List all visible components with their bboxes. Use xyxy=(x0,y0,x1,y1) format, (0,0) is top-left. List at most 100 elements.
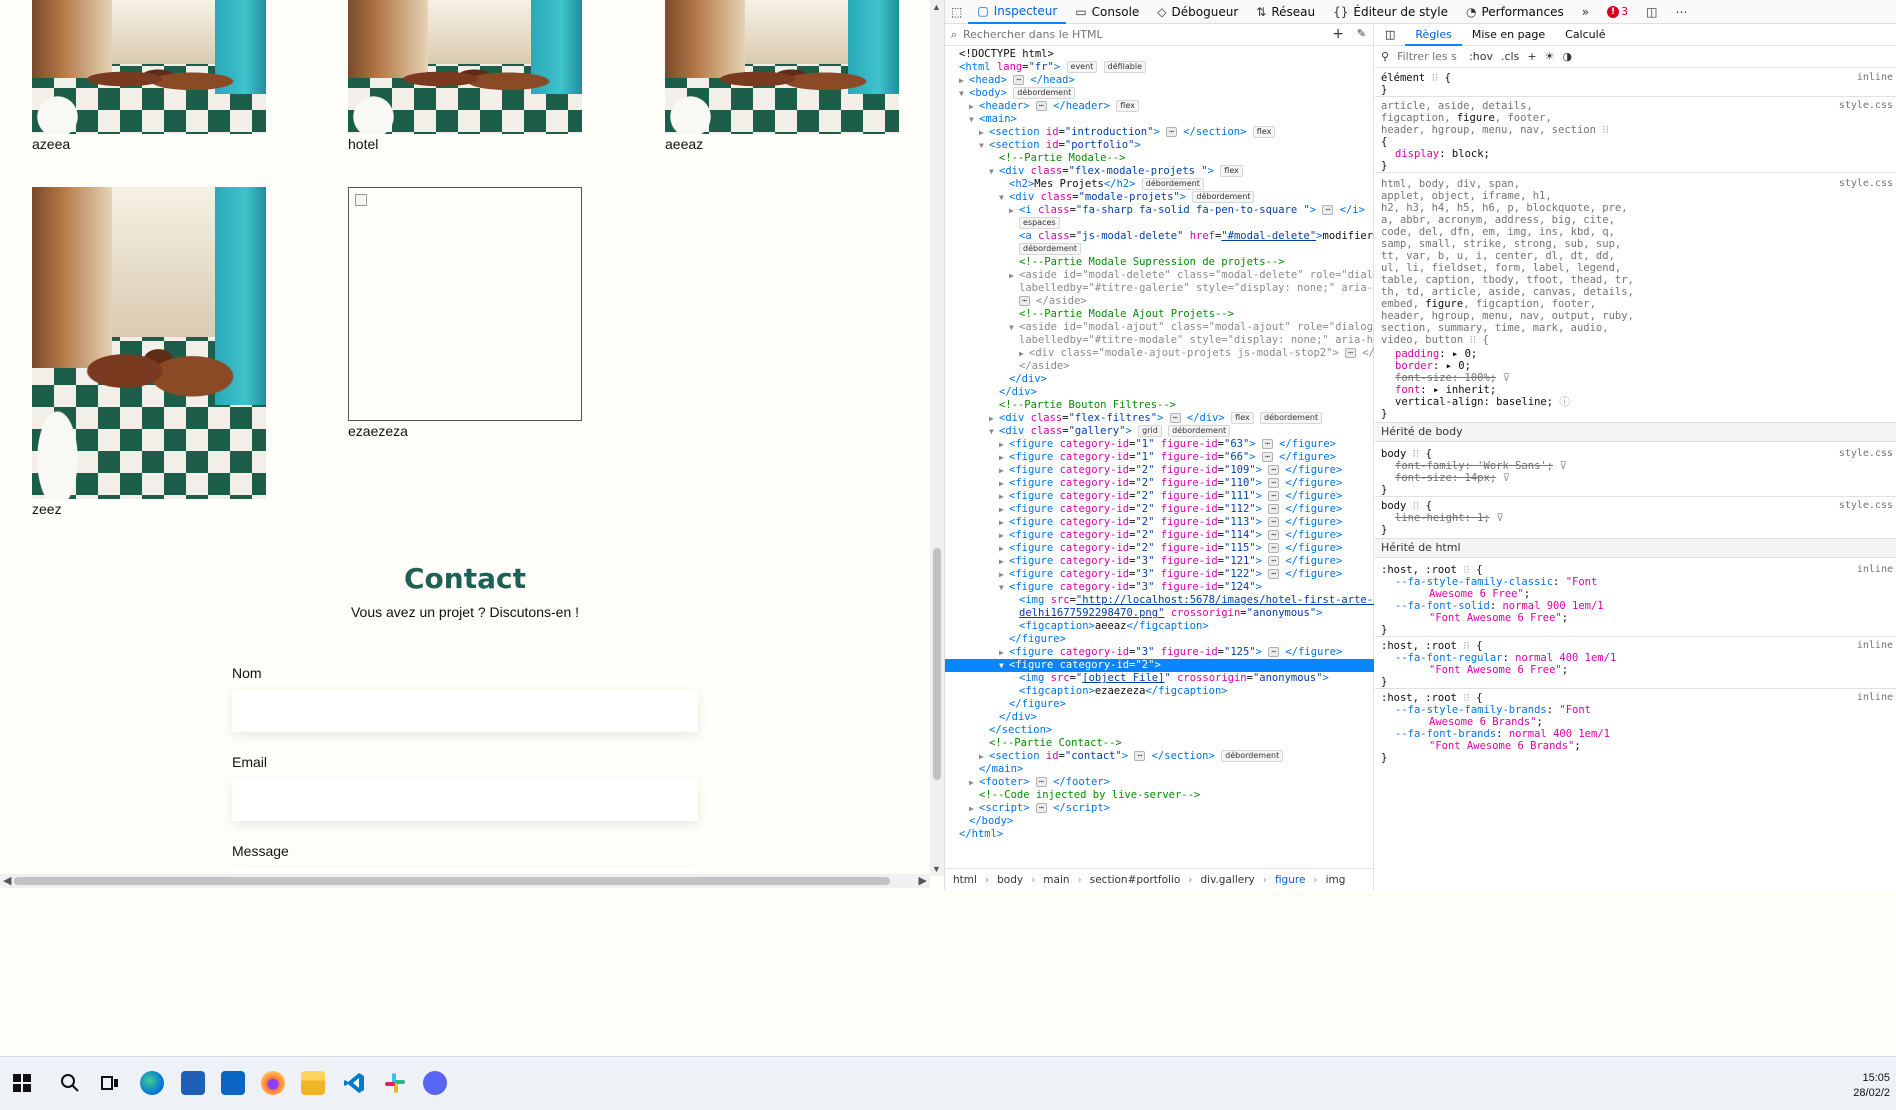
tree-line[interactable]: ▶ <div class="flex-filtres"> ⋯ </div> fle… xyxy=(989,412,1374,425)
tree-line[interactable]: ⋯ </aside> xyxy=(1019,295,1374,308)
rule-source[interactable]: inline xyxy=(1857,564,1893,575)
tree-line[interactable]: <h2>Mes Projets</h2> débordement xyxy=(1009,178,1374,191)
tree-line[interactable]: ▶ <figure category-id="1" figure-id="63">… xyxy=(999,438,1374,451)
funnel-icon[interactable]: ⊽ xyxy=(1559,460,1567,472)
rule-line[interactable]: section, summary, time, mark, audio, xyxy=(1381,322,1609,334)
tree-line[interactable]: </div> xyxy=(1009,373,1374,386)
tree-line[interactable]: ▶ <figure category-id="3" figure-id="125"… xyxy=(999,646,1374,659)
rule-source[interactable]: style.css xyxy=(1839,500,1893,511)
tree-line[interactable]: ▶ <script> ⋯ </script> xyxy=(969,802,1374,815)
task-view-icon[interactable] xyxy=(98,1071,122,1095)
rule-line[interactable]: header, hgroup, menu, nav, section ⁝⁝ xyxy=(1381,124,1609,136)
rule-line[interactable]: figcaption, figure, footer, xyxy=(1381,112,1552,124)
scroll-right-icon[interactable]: ▶ xyxy=(919,874,927,887)
rule-declaration[interactable]: --fa-style-family-brands: "Font xyxy=(1395,704,1591,716)
edge-browser-icon[interactable] xyxy=(140,1071,164,1095)
tree-line[interactable]: <!--Partie Contact--> xyxy=(989,737,1374,750)
rule-declaration[interactable]: "Font Awesome 6 Free"; xyxy=(1429,612,1568,624)
gallery-image[interactable] xyxy=(32,0,266,134)
rule-declaration[interactable]: --fa-style-family-classic: "Font xyxy=(1395,576,1597,588)
tab-style-editor[interactable]: {} Éditeur de style xyxy=(1324,0,1457,24)
rule-line[interactable]: table, caption, tbody, tfoot, thead, tr, xyxy=(1381,274,1634,286)
tree-line[interactable]: ▶ <figure category-id="2" figure-id="109"… xyxy=(999,464,1374,477)
windows-start-icon[interactable] xyxy=(10,1071,34,1095)
tab-rules[interactable]: Règles xyxy=(1405,24,1462,46)
tree-line[interactable]: ▼ <div class="flex-modale-projets "> flex xyxy=(989,165,1374,178)
tree-line[interactable]: <!DOCTYPE html> xyxy=(959,48,1374,61)
rule-line[interactable]: html, body, div, span, xyxy=(1381,178,1520,190)
dark-mode-icon[interactable]: ◑ xyxy=(1562,50,1572,63)
tree-line[interactable]: ▶ <header> ⋯ </header> flex xyxy=(969,100,1374,113)
rule-line[interactable]: a, abbr, acronym, address, big, cite, xyxy=(1381,214,1615,226)
funnel-icon[interactable]: ⊽ xyxy=(1502,472,1510,484)
tab-computed[interactable]: Calculé xyxy=(1555,24,1615,46)
scrollbar-thumb[interactable] xyxy=(933,548,941,780)
breadcrumb-item[interactable]: div.gallery xyxy=(1200,874,1254,886)
tree-line[interactable]: ▶ <section id="contact"> ⋯ </section> déb… xyxy=(979,750,1374,763)
rule-line[interactable]: body ⁝⁝ { xyxy=(1381,500,1432,512)
tree-line[interactable]: <!--Partie Modale Ajout Projets--> xyxy=(1019,308,1374,321)
rule-line[interactable]: embed, figure, figcaption, footer, xyxy=(1381,298,1596,310)
rule-line[interactable]: h2, h3, h4, h5, h6, p, blockquote, pre, xyxy=(1381,202,1628,214)
tab-debugger[interactable]: ◇ Débogueur xyxy=(1148,0,1247,24)
rule-declaration[interactable]: vertical-align: baseline; ⓘ xyxy=(1395,396,1570,408)
tree-line[interactable]: <html lang="fr"> event défilable xyxy=(959,61,1374,74)
tree-line[interactable]: <figcaption>ezaezeza</figcaption> xyxy=(1019,685,1374,698)
rules-filter-input[interactable] xyxy=(1397,50,1462,63)
add-rule-icon[interactable]: + xyxy=(1527,50,1536,63)
store-icon[interactable] xyxy=(181,1071,205,1095)
breadcrumb-item[interactable]: main xyxy=(1043,874,1069,886)
rule-source[interactable]: inline xyxy=(1857,72,1893,83)
dock-button[interactable]: ◫ xyxy=(1637,0,1666,24)
firefox-icon[interactable] xyxy=(261,1071,285,1095)
tree-line[interactable]: ▶ <figure category-id="2" figure-id="115"… xyxy=(999,542,1374,555)
tree-line[interactable]: ▶ <figure category-id="2" figure-id="111"… xyxy=(999,490,1374,503)
breadcrumb-item[interactable]: figure xyxy=(1275,874,1305,886)
tree-line[interactable]: ▼ <main> xyxy=(969,113,1374,126)
tree-line[interactable]: <!--Partie Modale Supression de projets-… xyxy=(1019,256,1374,269)
rule-line[interactable]: :host, :root ⁝⁝ { xyxy=(1381,692,1483,704)
rule-declaration[interactable]: line-height: 1; ⊽ xyxy=(1395,512,1504,524)
rule-declaration[interactable]: padding: ▸ 0; xyxy=(1395,348,1477,360)
tree-line[interactable]: <!--Partie Bouton Filtres--> xyxy=(999,399,1374,412)
tree-line[interactable]: </div> xyxy=(999,386,1374,399)
tab-layout[interactable]: Mise en page xyxy=(1462,24,1555,46)
vscode-icon[interactable] xyxy=(342,1071,366,1095)
tree-line[interactable]: ▼ <div class="gallery"> grid débordement xyxy=(989,425,1374,438)
tab-inspector[interactable]: ▢ Inspecteur xyxy=(968,0,1067,24)
mail-icon[interactable] xyxy=(221,1071,245,1095)
element-picker-button[interactable]: ⬚ xyxy=(945,0,968,24)
tree-line[interactable]: <figcaption>aeeaz</figcaption> xyxy=(1019,620,1374,633)
rule-declaration[interactable]: Awesome 6 Brands"; xyxy=(1429,716,1543,728)
tree-line[interactable]: </main> xyxy=(979,763,1374,776)
rule-declaration[interactable]: font-size: 100%; ⊽ xyxy=(1395,372,1510,384)
eyedropper-icon[interactable]: ✎ xyxy=(1357,27,1366,40)
breadcrumb-item[interactable]: html xyxy=(953,874,977,886)
rule-line[interactable]: code, del, dfn, em, img, ins, kbd, q, xyxy=(1381,226,1615,238)
tree-line[interactable]: débordement xyxy=(1019,243,1374,256)
options-button[interactable]: ⋯ xyxy=(1666,0,1696,24)
gallery-figure[interactable]: azeea xyxy=(32,0,266,152)
rule-declaration[interactable]: font-family: 'Work Sans'; ⊽ xyxy=(1395,460,1567,472)
gallery-figure[interactable]: zeez xyxy=(32,187,266,517)
gallery-figure[interactable]: ezaezeza xyxy=(348,187,582,439)
scroll-left-icon[interactable]: ◀ xyxy=(3,874,11,887)
system-clock[interactable]: 15:05 28/02/2 xyxy=(1853,1071,1890,1101)
rule-declaration[interactable]: --fa-font-solid: normal 900 1em/1 xyxy=(1395,600,1604,612)
tree-line[interactable]: </figure> xyxy=(1009,633,1374,646)
scroll-down-icon[interactable]: ▼ xyxy=(932,864,941,874)
tree-line[interactable]: ▼ <div class="modale-projets"> débordemen… xyxy=(999,191,1374,204)
gallery-figure[interactable]: hotel xyxy=(348,0,582,152)
tree-line[interactable]: </aside> xyxy=(1019,360,1374,373)
tree-line[interactable]: <!--Partie Modale--> xyxy=(999,152,1374,165)
tree-line[interactable]: ▶ <i class="fa-sharp fa-solid fa-pen-to-s… xyxy=(1009,204,1374,217)
tree-line[interactable]: ▼ <body> débordement xyxy=(959,87,1374,100)
email-field[interactable] xyxy=(232,779,698,821)
tree-line[interactable]: ▶ <head> ⋯ </head> xyxy=(959,74,1374,87)
rule-line[interactable]: applet, object, iframe, h1, xyxy=(1381,190,1552,202)
tree-line[interactable]: <img src="http://localhost:5678/images/h… xyxy=(1019,594,1374,607)
tree-line[interactable]: delhi1677592298470.png" crossorigin="ano… xyxy=(1019,607,1374,620)
tree-line[interactable]: <a class="js-modal-delete" href="#modal-… xyxy=(1019,230,1374,243)
toggle-sidebar-button[interactable]: ◫ xyxy=(1375,24,1405,46)
add-node-icon[interactable]: + xyxy=(1332,26,1344,42)
